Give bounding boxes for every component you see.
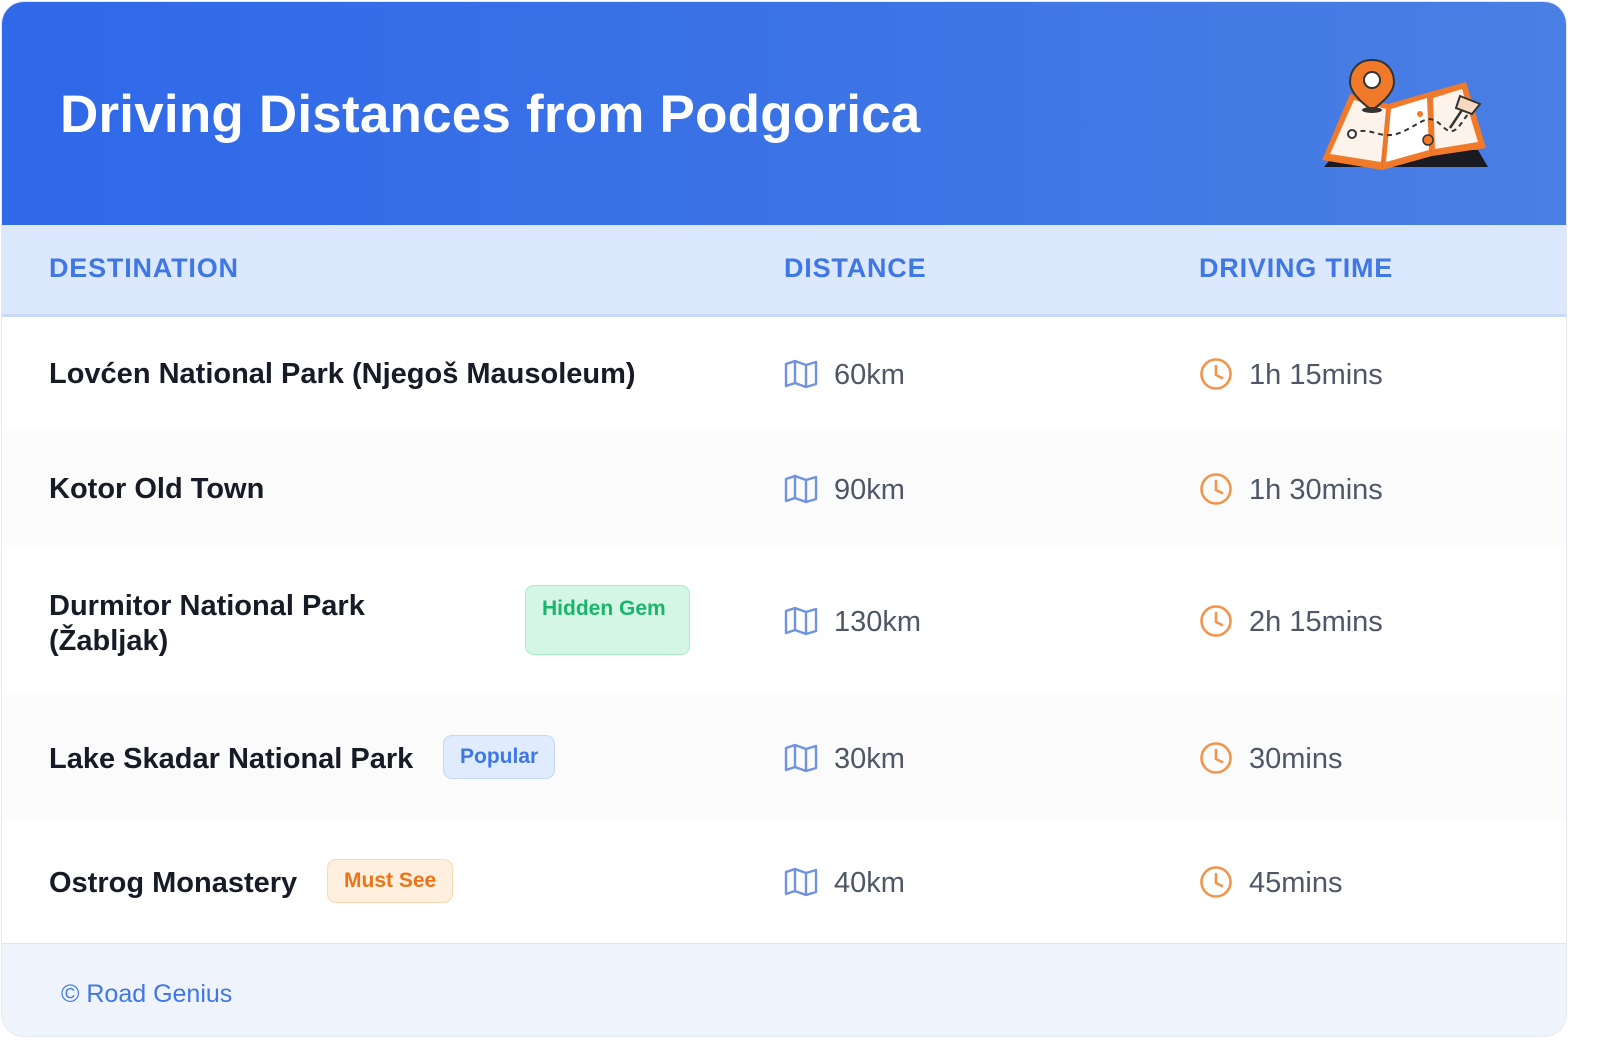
distance-value: 60km — [834, 359, 905, 391]
table-row: Ostrog Monastery Must See 40km 45mins — [2, 819, 1566, 943]
destination-name: Ostrog Monastery — [49, 867, 298, 899]
table-row: Lake Skadar National Park Popular 30km 3… — [2, 695, 1566, 820]
map-icon — [784, 743, 818, 773]
destination-name: Kotor Old Town — [49, 473, 265, 505]
page-title: Driving Distances from Podgorica — [60, 85, 921, 144]
time-value: 1h 15mins — [1249, 359, 1383, 391]
status-badge-popular: Popular — [443, 735, 556, 779]
map-with-location-pin-icon — [1322, 58, 1488, 170]
status-badge-must-see: Must See — [327, 859, 454, 903]
distance-value: 40km — [834, 867, 905, 899]
status-badge-hidden-gem: Hidden Gem — [525, 585, 690, 655]
clock-icon — [1200, 605, 1232, 637]
table-row: Durmitor National Park (Žabljak) Hidden … — [2, 545, 1566, 696]
time-value: 2h 15mins — [1249, 606, 1383, 638]
map-icon — [784, 474, 818, 504]
time-value: 1h 30mins — [1249, 474, 1383, 506]
column-header-destination: DESTINATION — [49, 253, 239, 283]
distance-value: 90km — [834, 474, 905, 506]
clock-icon — [1200, 358, 1232, 390]
destination-name: Lake Skadar National Park — [49, 743, 414, 775]
destination-name: Durmitor National Park (Žabljak) — [49, 590, 365, 657]
distance-value: 30km — [834, 743, 905, 775]
header-banner: Driving Distances from Podgorica — [2, 2, 1566, 225]
time-value: 45mins — [1249, 867, 1343, 899]
destination-name: Lovćen National Park (Njegoš Mausoleum) — [49, 358, 636, 390]
table-header: DESTINATION DISTANCE DRIVING TIME — [2, 225, 1566, 317]
distance-table-card: Driving Distances from Podgorica DESTINA… — [2, 2, 1566, 1036]
table-row: Kotor Old Town 90km 1h 30mins — [2, 431, 1566, 546]
column-header-driving-time: DRIVING TIME — [1199, 253, 1394, 283]
clock-icon — [1200, 866, 1232, 898]
map-icon — [784, 359, 818, 389]
time-value: 30mins — [1249, 743, 1343, 775]
clock-icon — [1200, 742, 1232, 774]
column-header-distance: DISTANCE — [784, 253, 927, 283]
table-row: Lovćen National Park (Njegoš Mausoleum) … — [2, 317, 1566, 432]
footer: © Road Genius — [2, 943, 1566, 1036]
map-icon — [784, 867, 818, 897]
distance-value: 130km — [834, 606, 922, 638]
map-icon — [784, 606, 818, 636]
clock-icon — [1200, 473, 1232, 505]
footer-copyright: © Road Genius — [61, 980, 233, 1008]
